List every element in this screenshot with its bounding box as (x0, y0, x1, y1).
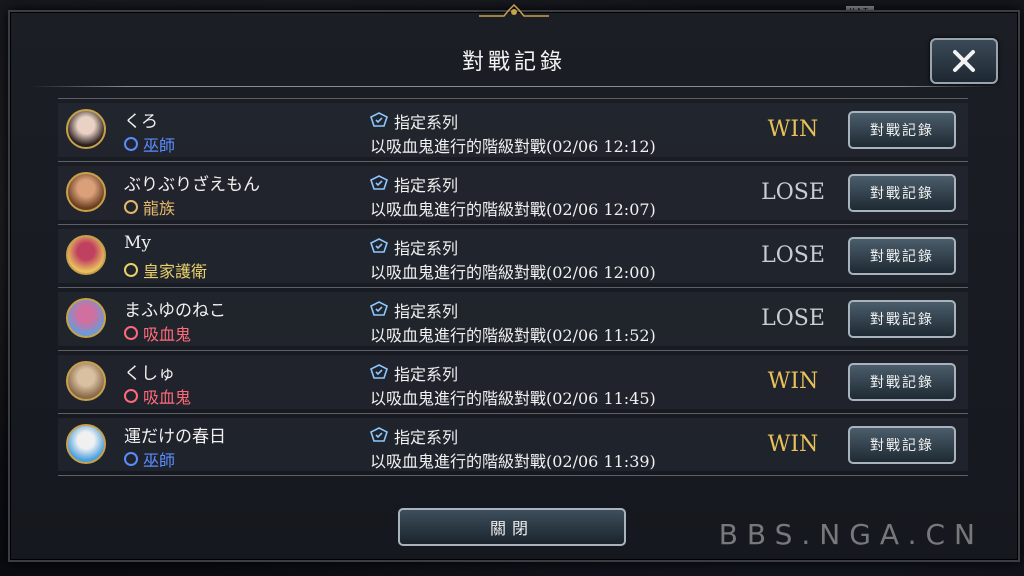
format-icon (370, 364, 388, 379)
class-label: 巫師 (143, 451, 176, 470)
match-result: WIN (767, 369, 819, 394)
opponent-class: 吸血鬼 (124, 321, 191, 345)
match-description: 以吸血鬼進行的階級對戰(02/06 11:39) (370, 452, 656, 471)
view-record-button[interactable]: 對戰記錄 (848, 363, 956, 401)
format-icon (370, 301, 388, 316)
match-description: 以吸血鬼進行的階級對戰(02/06 12:00) (370, 263, 656, 282)
opponent-name: My (124, 233, 152, 253)
avatar[interactable] (66, 109, 106, 149)
watermark: BBS.NGA.CN (718, 518, 984, 551)
format-icon (370, 112, 388, 127)
match-result: LOSE (761, 306, 825, 331)
opponent-name: まふゆのねこ (124, 301, 226, 321)
record-row: くろ 巫師 指定系列 以吸血鬼進行的階級對戰(02/06 12:12) WIN … (58, 98, 968, 161)
title-divider (30, 86, 998, 87)
opponent-name: くろ (124, 112, 158, 132)
class-icon (124, 326, 138, 340)
opponent-name: 運だけの春日 (124, 427, 226, 447)
avatar[interactable] (66, 424, 106, 464)
class-icon (124, 452, 138, 466)
close-x-button[interactable] (930, 38, 998, 84)
class-label: 龍族 (143, 199, 176, 218)
close-button[interactable]: 關閉 (398, 508, 626, 546)
opponent-class: 吸血鬼 (124, 384, 191, 408)
record-row: 運だけの春日 巫師 指定系列 以吸血鬼進行的階級對戰(02/06 11:39) … (58, 413, 968, 476)
battle-record-list: くろ 巫師 指定系列 以吸血鬼進行的階級對戰(02/06 12:12) WIN … (58, 98, 968, 476)
record-row: ぶりぶりざえもん 龍族 指定系列 以吸血鬼進行的階級對戰(02/06 12:07… (58, 161, 968, 224)
record-row: My 皇家護衛 指定系列 以吸血鬼進行的階級對戰(02/06 12:00) LO… (58, 224, 968, 287)
record-row: まふゆのねこ 吸血鬼 指定系列 以吸血鬼進行的階級對戰(02/06 11:52)… (58, 287, 968, 350)
format-label: 指定系列 (394, 239, 459, 258)
avatar[interactable] (66, 361, 106, 401)
opponent-name: ぶりぶりざえもん (124, 175, 260, 195)
format-label: 指定系列 (394, 302, 459, 321)
match-description: 以吸血鬼進行的階級對戰(02/06 11:52) (370, 326, 656, 345)
view-record-button[interactable]: 對戰記錄 (848, 111, 956, 149)
page-title: 對戰記錄 (461, 50, 566, 75)
format-label: 指定系列 (394, 113, 459, 132)
ornament-icon (479, 4, 549, 17)
class-label: 皇家護衛 (143, 262, 208, 281)
view-record-button[interactable]: 對戰記錄 (848, 174, 956, 212)
class-label: 吸血鬼 (143, 388, 192, 407)
class-label: 巫師 (143, 136, 176, 155)
view-record-button[interactable]: 對戰記錄 (848, 426, 956, 464)
view-record-button[interactable]: 對戰記錄 (848, 300, 956, 338)
match-result: LOSE (761, 243, 825, 268)
match-description: 以吸血鬼進行的階級對戰(02/06 12:07) (370, 200, 656, 219)
opponent-class: 皇家護衛 (124, 258, 207, 282)
opponent-class: 巫師 (124, 132, 175, 156)
format-label: 指定系列 (394, 365, 459, 384)
class-icon (124, 263, 138, 277)
opponent-class: 龍族 (124, 195, 175, 219)
format-label: 指定系列 (394, 428, 459, 447)
class-icon (124, 389, 138, 403)
match-result: WIN (767, 432, 819, 457)
record-row: くしゅ 吸血鬼 指定系列 以吸血鬼進行的階級對戰(02/06 11:45) WI… (58, 350, 968, 413)
format-icon (370, 175, 388, 190)
view-record-button[interactable]: 對戰記錄 (848, 237, 956, 275)
opponent-class: 巫師 (124, 447, 175, 471)
class-icon (124, 137, 138, 151)
opponent-name: くしゅ (124, 364, 175, 384)
avatar[interactable] (66, 235, 106, 275)
format-label: 指定系列 (394, 176, 459, 195)
class-label: 吸血鬼 (143, 325, 192, 344)
match-result: LOSE (761, 180, 825, 205)
match-description: 以吸血鬼進行的階級對戰(02/06 12:12) (370, 137, 656, 156)
class-icon (124, 200, 138, 214)
avatar[interactable] (66, 172, 106, 212)
close-icon (953, 50, 975, 72)
match-result: WIN (767, 117, 819, 142)
avatar[interactable] (66, 298, 106, 338)
match-description: 以吸血鬼進行的階級對戰(02/06 11:45) (370, 389, 656, 408)
format-icon (370, 238, 388, 253)
format-icon (370, 427, 388, 442)
